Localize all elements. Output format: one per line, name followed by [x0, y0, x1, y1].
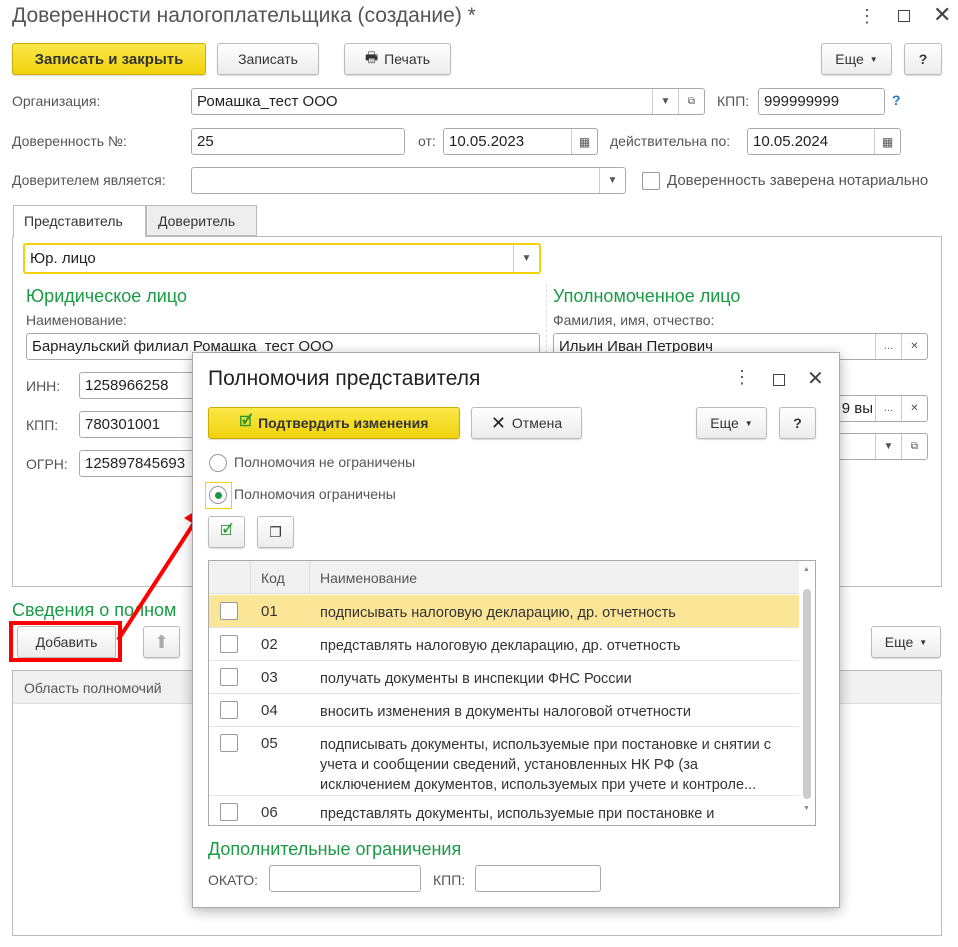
table-row[interactable]: 05 подписывать документы, используемые пр…	[209, 727, 799, 796]
more-icon[interactable]: ⋮	[733, 367, 751, 388]
scrollbar[interactable]: ▲ ▼	[799, 561, 815, 825]
confirm-label: Подтвердить изменения	[258, 415, 429, 431]
dialog-help-button[interactable]: ?	[779, 407, 816, 439]
row-name: представлять налоговую декларацию, др. о…	[320, 638, 681, 654]
scroll-down-icon[interactable]: ▼	[803, 805, 810, 812]
dialog-title: Полномочия представителя	[208, 367, 481, 390]
document-check-icon: 🗹	[239, 413, 253, 429]
close-icon[interactable]: ✕	[807, 366, 824, 391]
table-row[interactable]: 03 получать документы в инспекции ФНС Рос…	[209, 661, 799, 694]
radio-unlimited[interactable]	[209, 454, 227, 472]
tab-representative[interactable]: Представитель	[13, 205, 146, 237]
cancel-button[interactable]: ✕ Отмена	[471, 407, 582, 439]
row-checkbox[interactable]	[220, 635, 238, 653]
row-code: 01	[261, 603, 278, 620]
okato-field[interactable]	[269, 865, 421, 892]
maximize-icon[interactable]	[773, 374, 785, 386]
table-row[interactable]: 01 подписывать налоговую декларацию, др. …	[209, 595, 799, 628]
row-checkbox[interactable]	[220, 668, 238, 686]
x-icon: ✕	[490, 412, 506, 433]
row-code: 02	[261, 636, 278, 653]
uncheck-all-button[interactable]: ❐	[257, 516, 294, 548]
scroll-thumb[interactable]	[803, 589, 811, 799]
check-all-button[interactable]: 🗹	[208, 516, 245, 548]
table-row[interactable]: 02 представлять налоговую декларацию, др.…	[209, 628, 799, 661]
dialog-kpp-label: КПП:	[433, 872, 466, 888]
row-name: подписывать налоговую декларацию, др. от…	[320, 605, 676, 621]
row-code: 05	[261, 735, 278, 752]
confirm-button[interactable]: 🗹 Подтвердить изменения	[208, 407, 460, 439]
powers-list[interactable]: Код Наименование 01 подписывать налоговую…	[208, 560, 816, 826]
radio-limited-label: Полномочия ограничены	[234, 486, 396, 502]
dialog-more-button[interactable]: Еще ▼	[696, 407, 767, 439]
radio-unlimited-label: Полномочия не ограничены	[234, 454, 416, 470]
row-name: получать документы в инспекции ФНС Росси…	[320, 671, 632, 687]
row-code: 03	[261, 669, 278, 686]
table-row[interactable]: 06 представлять документы, используемые п…	[209, 796, 799, 825]
check-all-icon: 🗹	[220, 522, 233, 538]
table-row[interactable]: 04 вносить изменения в документы налогово…	[209, 694, 799, 727]
scroll-up-icon[interactable]: ▲	[803, 566, 810, 573]
row-checkbox[interactable]	[220, 701, 238, 719]
table-header: Код Наименование	[209, 561, 799, 594]
row-checkbox[interactable]	[220, 602, 238, 620]
row-code: 06	[261, 804, 278, 821]
column-code[interactable]: Код	[261, 570, 285, 586]
row-name: представлять документы, используемые при…	[320, 806, 715, 822]
more-label: Еще	[710, 415, 739, 431]
extra-limits-title: Дополнительные ограничения	[208, 839, 462, 859]
row-checkbox[interactable]	[220, 734, 238, 752]
okato-label: ОКАТО:	[208, 872, 258, 888]
dialog-kpp-field[interactable]	[475, 865, 601, 892]
row-name: вносить изменения в документы налоговой …	[320, 704, 691, 720]
dropdown-icon: ▼	[744, 418, 753, 428]
row-code: 04	[261, 702, 278, 719]
uncheck-all-icon: ❐	[269, 523, 282, 540]
cancel-label: Отмена	[511, 415, 563, 431]
row-name: подписывать документы, используемые при …	[320, 737, 772, 793]
row-checkbox[interactable]	[220, 803, 238, 821]
column-name[interactable]: Наименование	[320, 570, 417, 586]
powers-dialog: Полномочия представителя ⋮ ✕ 🗹 Подтвердит…	[192, 352, 840, 908]
radio-limited[interactable]	[209, 486, 227, 504]
